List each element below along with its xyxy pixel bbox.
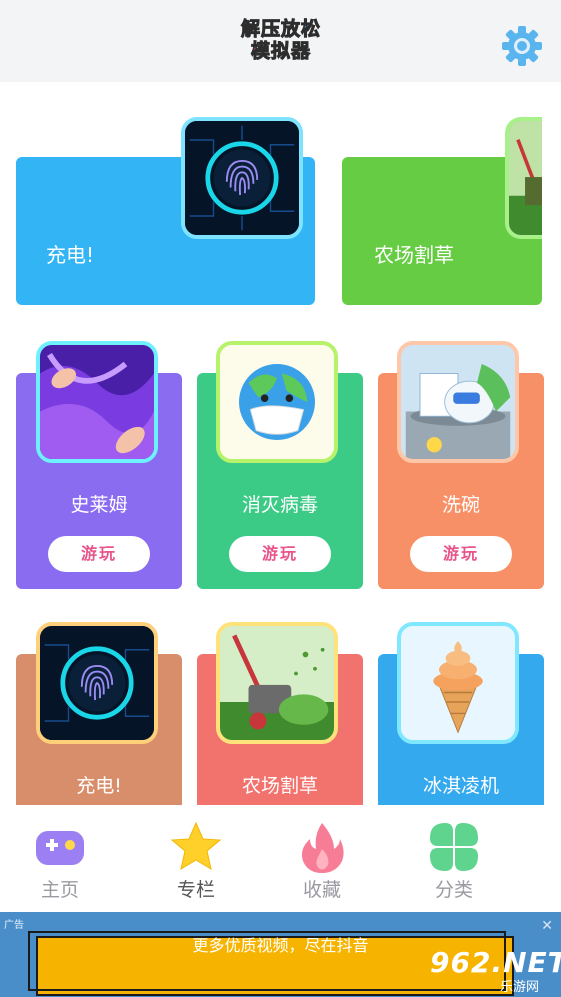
nav-featured[interactable]: 专栏 — [146, 805, 246, 905]
play-button[interactable]: 游玩 — [410, 536, 512, 572]
card-title: 充电! — [76, 775, 122, 797]
gamepad-icon — [32, 819, 88, 875]
lawnmower-icon — [216, 622, 338, 744]
card-title: 冰淇凌机 — [422, 775, 499, 797]
card-title: 史莱姆 — [70, 494, 128, 516]
watermark-sub: 乐游网 — [500, 980, 540, 995]
clover-icon — [426, 819, 482, 875]
ad-tag: 广告 — [4, 920, 24, 931]
fingerprint-icon — [181, 117, 303, 239]
card-title: 农场割草 — [241, 775, 318, 797]
star-icon — [168, 819, 224, 875]
earth-mask-icon — [216, 341, 338, 463]
nav-label: 分类 — [434, 879, 473, 901]
card-title: 农场割草 — [374, 243, 454, 267]
watermark-brand: 962.NET — [430, 946, 561, 979]
nav-categories[interactable]: 分类 — [404, 805, 504, 905]
nav-home[interactable]: 主页 — [10, 805, 110, 905]
ice-cream-icon — [397, 622, 519, 744]
bottom-nav: 主页 专栏 收藏 分类 — [0, 805, 561, 912]
lawnmower-icon — [505, 117, 542, 239]
card-title: 洗碗 — [441, 494, 480, 516]
play-button[interactable]: 游玩 — [229, 536, 331, 572]
dishwashing-icon — [397, 341, 519, 463]
nav-favorites[interactable]: 收藏 — [272, 805, 372, 905]
watermark-logo: 962.NET 乐游网 — [430, 946, 561, 995]
card-title: 消灭病毒 — [241, 494, 318, 516]
flame-icon — [294, 819, 350, 875]
nav-label: 主页 — [40, 879, 79, 901]
nav-label: 专栏 — [176, 879, 215, 901]
nav-label: 收藏 — [302, 879, 341, 901]
app-logo: 解压放松 模拟器 — [240, 18, 322, 63]
gear-icon[interactable] — [501, 25, 543, 67]
play-button[interactable]: 游玩 — [48, 536, 150, 572]
app-header: 解压放松 模拟器 — [0, 0, 561, 82]
card-title: 充电! — [46, 243, 95, 267]
fingerprint-icon — [36, 622, 158, 744]
slime-icon — [36, 341, 158, 463]
